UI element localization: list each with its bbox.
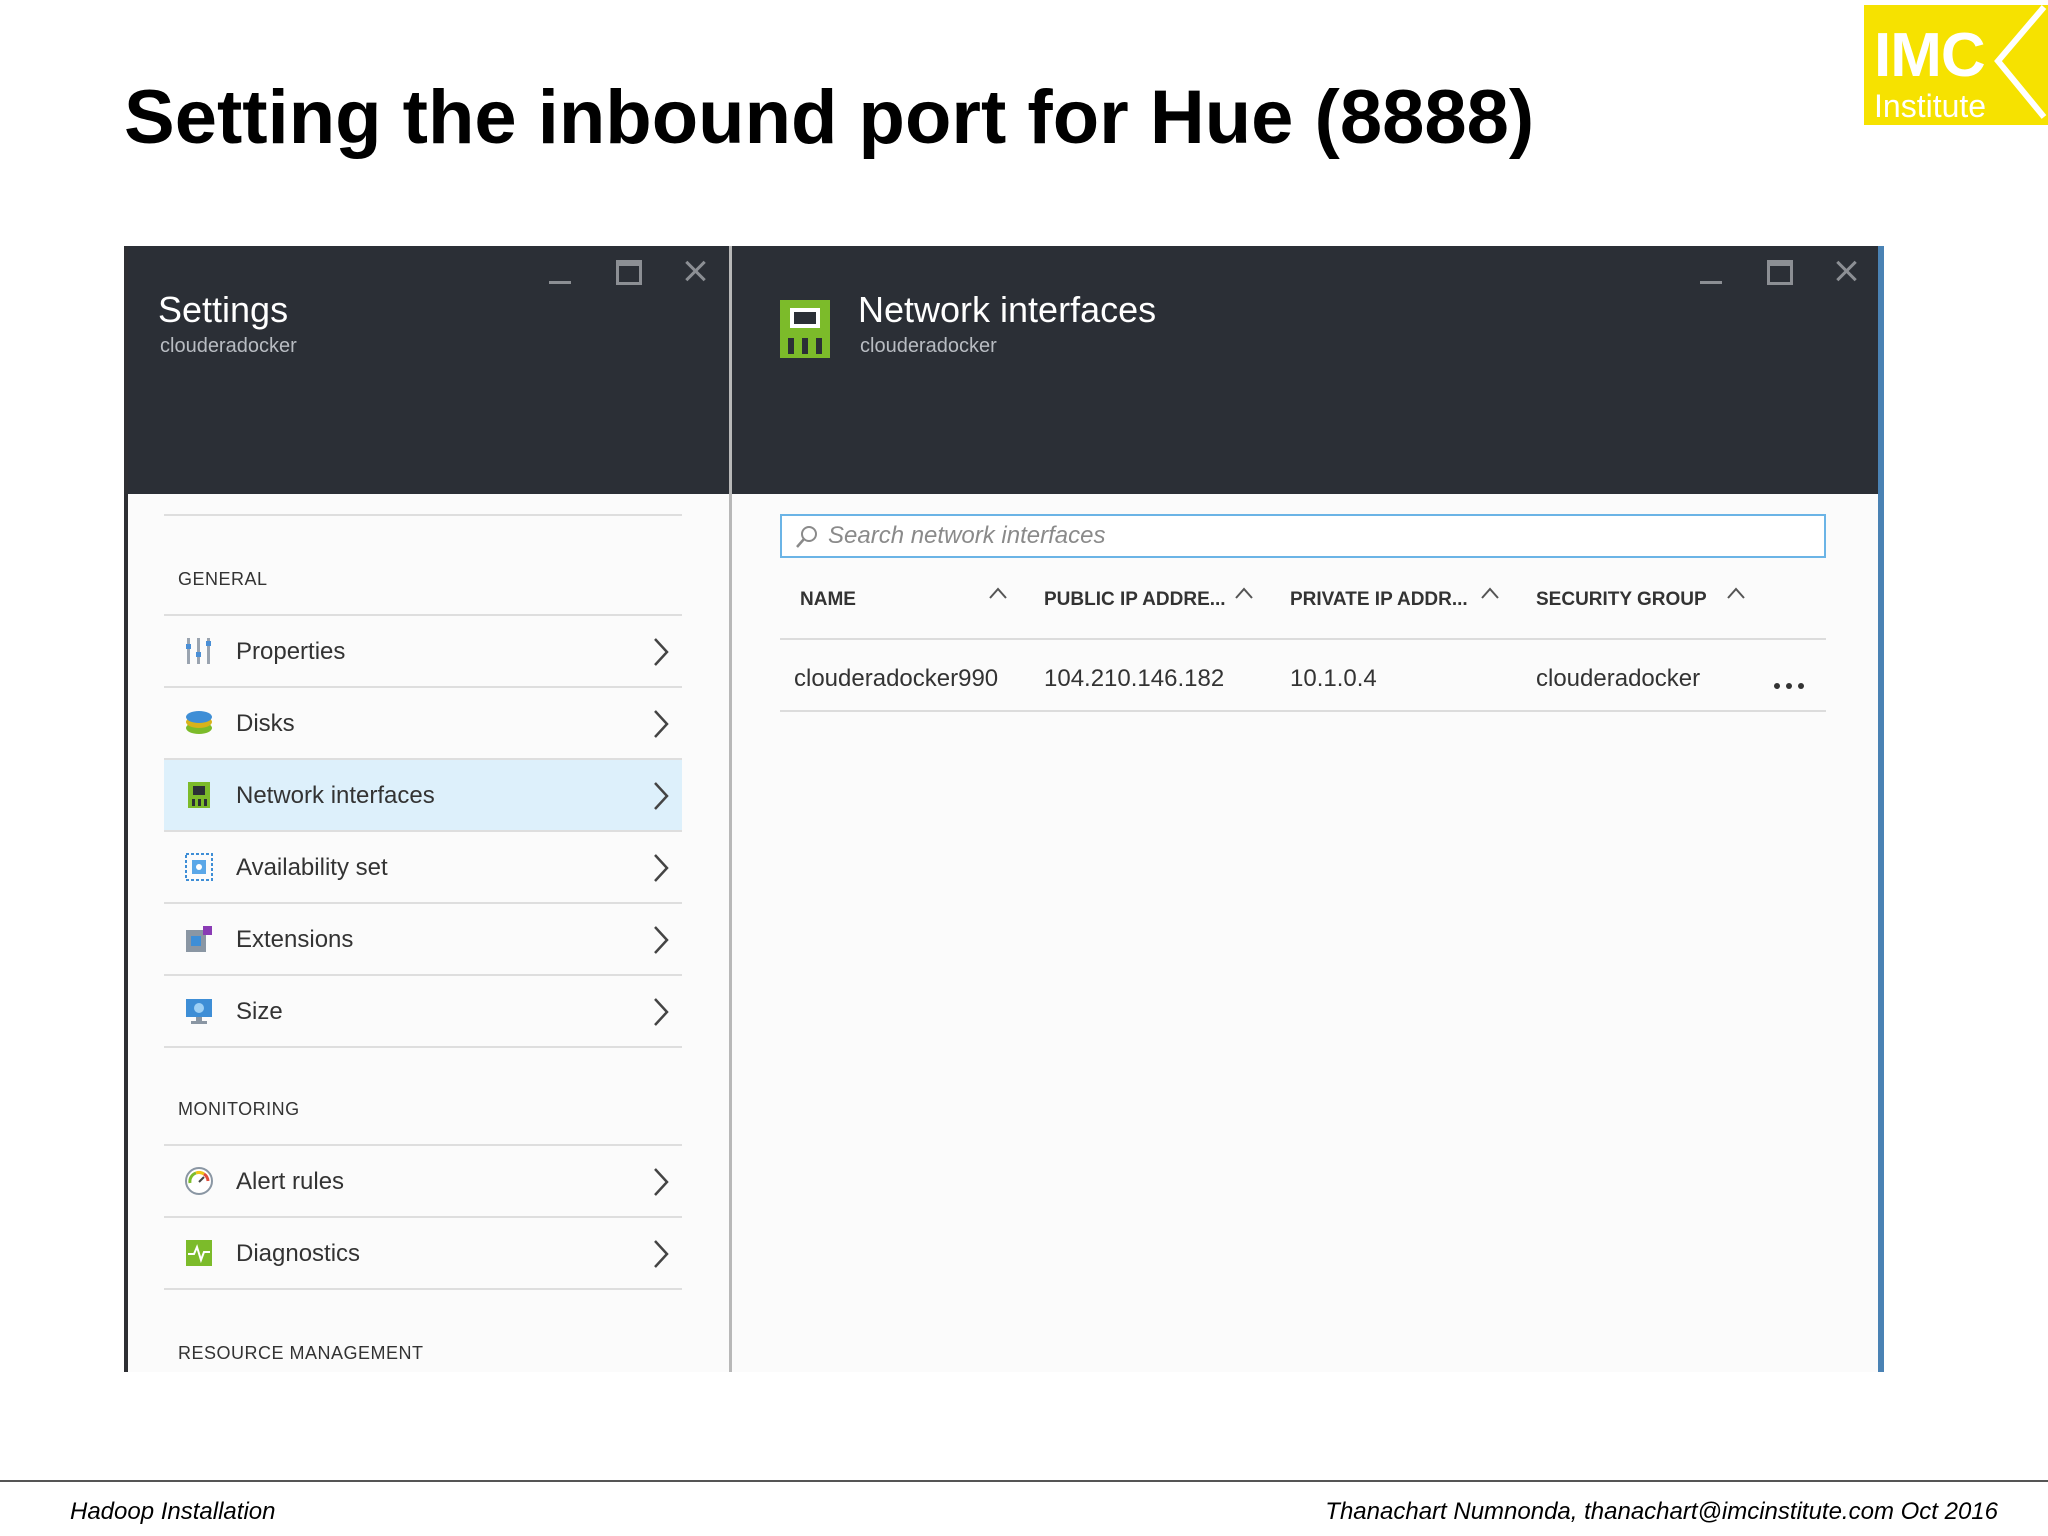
minimize-icon[interactable]	[1694, 254, 1728, 288]
maximize-icon[interactable]	[611, 254, 645, 288]
chevron-right-icon	[654, 1240, 669, 1268]
alert-rules-icon	[185, 1167, 213, 1195]
network-blade-header: Network interfaces clouderadocker	[732, 246, 1878, 494]
settings-item-label: Extensions	[236, 926, 354, 953]
cell-name[interactable]: clouderadocker990	[794, 664, 998, 694]
settings-item-diagnostics[interactable]: Diagnostics	[164, 1218, 682, 1290]
column-header-private-ip[interactable]: PRIVATE IP ADDR...	[1290, 588, 1468, 612]
slide-title: Setting the inbound port for Hue (8888)	[124, 75, 1535, 160]
logo-chevron-icon	[1994, 5, 2047, 119]
column-header-public-ip[interactable]: PUBLIC IP ADDRE...	[1044, 588, 1226, 612]
table-divider	[780, 638, 1826, 640]
imc-institute-logo: IMC Institute	[1864, 5, 2048, 125]
close-icon[interactable]	[679, 254, 713, 288]
disks-icon	[186, 711, 212, 734]
settings-item-label: Availability set	[236, 854, 388, 881]
cell-public-ip: 104.210.146.182	[1044, 665, 1225, 692]
column-header-name[interactable]: NAME	[800, 588, 856, 612]
row-more-icon[interactable]	[1774, 680, 1808, 692]
settings-item-alert-rules[interactable]: Alert rules	[164, 1146, 682, 1218]
network-interface-icon	[780, 300, 830, 358]
settings-item-disks[interactable]: Disks	[164, 688, 682, 760]
chevron-right-icon	[654, 1168, 669, 1196]
settings-blade-subtitle: clouderadocker	[160, 335, 297, 357]
sort-caret-icon[interactable]	[988, 586, 1008, 600]
logo-main-text: IMC	[1874, 21, 1986, 90]
search-icon	[796, 526, 817, 548]
close-icon[interactable]	[1830, 254, 1864, 288]
settings-item-label: Size	[236, 998, 283, 1025]
maximize-icon[interactable]	[1762, 254, 1796, 288]
cell-security-group: clouderadocker	[1536, 665, 1701, 692]
settings-window-controls	[543, 254, 713, 288]
settings-item-label: Alert rules	[236, 1168, 345, 1195]
network-blade-subtitle: clouderadocker	[860, 335, 997, 357]
network-interfaces-blade: Network interfaces clouderadocker NAME P…	[732, 246, 1884, 1372]
settings-item-network-interfaces[interactable]: Network interfaces	[164, 760, 682, 832]
extensions-icon	[186, 926, 212, 952]
network-blade-title: Network interfaces	[858, 289, 1157, 330]
properties-icon	[186, 638, 211, 664]
settings-item-label: Properties	[236, 638, 346, 665]
sort-caret-icon[interactable]	[1234, 586, 1254, 600]
minimize-icon[interactable]	[543, 254, 577, 288]
search-input[interactable]	[828, 520, 1808, 552]
availability-set-icon	[185, 853, 213, 881]
chevron-right-icon	[654, 926, 669, 954]
settings-item-label: Disks	[236, 710, 295, 737]
section-label-general: GENERAL	[178, 569, 268, 589]
search-box[interactable]	[780, 514, 1826, 558]
network-window-controls	[1694, 254, 1864, 288]
sort-caret-icon[interactable]	[1480, 586, 1500, 600]
chevron-right-icon	[654, 998, 669, 1026]
footer-divider	[0, 1480, 2048, 1482]
diagnostics-icon	[186, 1240, 212, 1266]
chevron-right-icon	[654, 638, 669, 666]
logo-sub-text: Institute	[1874, 88, 1987, 124]
chevron-right-icon	[654, 854, 669, 882]
network-interface-icon	[188, 782, 210, 808]
chevron-right-icon	[654, 782, 669, 810]
settings-blade: Settings clouderadocker GENERAL Properti…	[124, 246, 732, 1372]
column-header-security-group[interactable]: SECURITY GROUP	[1536, 588, 1707, 612]
section-divider	[164, 514, 682, 516]
footer-right-text: Thanachart Numnonda, thanachart@imcinsti…	[1325, 1498, 1998, 1525]
settings-item-properties[interactable]: Properties	[164, 616, 682, 688]
size-icon	[186, 999, 212, 1024]
section-label-resource-management: RESOURCE MANAGEMENT	[178, 1343, 424, 1363]
azure-portal-screenshot: Settings clouderadocker GENERAL Properti…	[124, 246, 1884, 1372]
sort-caret-icon[interactable]	[1726, 586, 1746, 600]
cell-private-ip: 10.1.0.4	[1290, 665, 1377, 692]
chevron-right-icon	[654, 710, 669, 738]
settings-blade-title: Settings	[158, 289, 289, 330]
settings-item-availability-set[interactable]: Availability set	[164, 832, 682, 904]
settings-blade-header: Settings clouderadocker	[128, 246, 729, 494]
table-divider	[780, 710, 1826, 712]
settings-item-label: Diagnostics	[236, 1240, 361, 1267]
settings-item-label: Network interfaces	[236, 782, 435, 809]
settings-item-extensions[interactable]: Extensions	[164, 904, 682, 976]
settings-item-size[interactable]: Size	[164, 976, 682, 1048]
footer-left-text: Hadoop Installation	[70, 1498, 276, 1525]
section-label-monitoring: MONITORING	[178, 1099, 300, 1119]
